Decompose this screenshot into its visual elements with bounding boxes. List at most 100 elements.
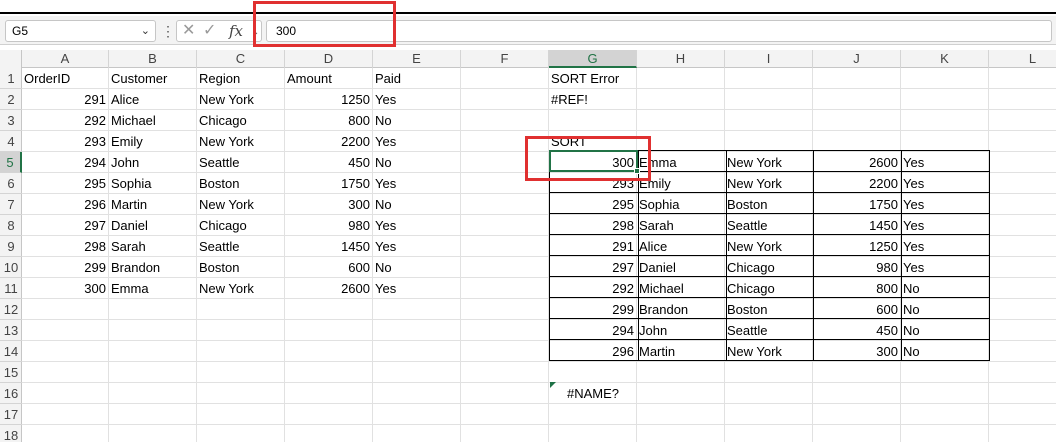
- header-cell[interactable]: Customer: [109, 68, 197, 89]
- insert-function-icon[interactable]: fx: [229, 22, 243, 40]
- sorted-cell[interactable]: Daniel: [637, 257, 725, 278]
- data-cell[interactable]: John: [109, 152, 197, 173]
- data-cell[interactable]: 1250: [285, 89, 373, 110]
- data-cell[interactable]: Michael: [109, 110, 197, 131]
- data-cell[interactable]: 2200: [285, 131, 373, 152]
- sorted-cell[interactable]: Martin: [637, 341, 725, 362]
- sorted-cell[interactable]: 2200: [813, 173, 901, 194]
- row-header-10[interactable]: 10: [0, 257, 22, 278]
- sorted-cell[interactable]: Chicago: [725, 257, 813, 278]
- sorted-cell[interactable]: 296: [549, 341, 637, 362]
- sorted-cell[interactable]: New York: [725, 341, 813, 362]
- sorted-cell[interactable]: 1750: [813, 194, 901, 215]
- sorted-cell[interactable]: John: [637, 320, 725, 341]
- sorted-cell[interactable]: New York: [725, 152, 813, 173]
- column-header-k[interactable]: K: [901, 50, 989, 68]
- sorted-cell[interactable]: 800: [813, 278, 901, 299]
- data-cell[interactable]: 291: [22, 89, 109, 110]
- data-cell[interactable]: 800: [285, 110, 373, 131]
- row-header-17[interactable]: 17: [0, 404, 22, 425]
- row-header-5[interactable]: 5: [0, 152, 22, 173]
- data-cell[interactable]: Boston: [197, 257, 285, 278]
- sorted-cell[interactable]: 1450: [813, 215, 901, 236]
- sorted-cell[interactable]: Yes: [901, 236, 989, 257]
- worksheet-grid[interactable]: OrderID Customer Region Amount Paid 291 Alice N…: [22, 68, 1056, 442]
- data-cell[interactable]: New York: [197, 194, 285, 215]
- row-header-13[interactable]: 13: [0, 320, 22, 341]
- data-cell[interactable]: 292: [22, 110, 109, 131]
- sorted-cell[interactable]: Yes: [901, 194, 989, 215]
- row-header-15[interactable]: 15: [0, 362, 22, 383]
- header-cell[interactable]: Paid: [373, 68, 461, 89]
- data-cell[interactable]: 300: [285, 194, 373, 215]
- sorted-cell[interactable]: No: [901, 299, 989, 320]
- sorted-cell[interactable]: 292: [549, 278, 637, 299]
- row-header-1[interactable]: 1: [0, 68, 22, 89]
- row-header-18[interactable]: 18: [0, 425, 22, 442]
- data-cell[interactable]: Daniel: [109, 215, 197, 236]
- column-header-j[interactable]: J: [813, 50, 901, 68]
- data-cell[interactable]: Boston: [197, 173, 285, 194]
- data-cell[interactable]: 295: [22, 173, 109, 194]
- data-cell[interactable]: New York: [197, 278, 285, 299]
- column-header-g[interactable]: G: [549, 50, 637, 68]
- data-cell[interactable]: Chicago: [197, 110, 285, 131]
- row-header-16[interactable]: 16: [0, 383, 22, 404]
- sorted-cell[interactable]: Yes: [901, 215, 989, 236]
- row-header-8[interactable]: 8: [0, 215, 22, 236]
- data-cell[interactable]: Yes: [373, 173, 461, 194]
- data-cell[interactable]: Brandon: [109, 257, 197, 278]
- sorted-cell[interactable]: Yes: [901, 257, 989, 278]
- data-cell[interactable]: New York: [197, 89, 285, 110]
- sorted-cell[interactable]: 600: [813, 299, 901, 320]
- sort-error-value[interactable]: #REF!: [549, 89, 590, 110]
- column-header-e[interactable]: E: [373, 50, 461, 68]
- sorted-cell[interactable]: 294: [549, 320, 637, 341]
- data-cell[interactable]: 294: [22, 152, 109, 173]
- data-cell[interactable]: Emma: [109, 278, 197, 299]
- check-icon[interactable]: ✓: [203, 22, 216, 40]
- cancel-icon[interactable]: ✕: [182, 22, 195, 40]
- row-header-12[interactable]: 12: [0, 299, 22, 320]
- row-header-7[interactable]: 7: [0, 194, 22, 215]
- row-header-11[interactable]: 11: [0, 278, 22, 299]
- name-box[interactable]: G5 ⌄: [5, 20, 156, 42]
- sorted-cell[interactable]: Alice: [637, 236, 725, 257]
- header-cell[interactable]: OrderID: [22, 68, 109, 89]
- sorted-cell[interactable]: Boston: [725, 299, 813, 320]
- sorted-cell[interactable]: Sophia: [637, 194, 725, 215]
- sorted-cell[interactable]: Seattle: [725, 215, 813, 236]
- sorted-cell[interactable]: Brandon: [637, 299, 725, 320]
- name-error-value[interactable]: #NAME?: [565, 383, 621, 404]
- column-header-d[interactable]: D: [285, 50, 373, 68]
- column-header-f[interactable]: F: [461, 50, 549, 68]
- row-header-9[interactable]: 9: [0, 236, 22, 257]
- sorted-cell[interactable]: Yes: [901, 152, 989, 173]
- sorted-cell[interactable]: 298: [549, 215, 637, 236]
- row-header-4[interactable]: 4: [0, 131, 22, 152]
- sorted-cell[interactable]: No: [901, 320, 989, 341]
- sorted-cell[interactable]: Chicago: [725, 278, 813, 299]
- sorted-cell[interactable]: No: [901, 278, 989, 299]
- data-cell[interactable]: 450: [285, 152, 373, 173]
- column-header-i[interactable]: I: [725, 50, 813, 68]
- row-header-6[interactable]: 6: [0, 173, 22, 194]
- data-cell[interactable]: 297: [22, 215, 109, 236]
- sorted-cell[interactable]: Michael: [637, 278, 725, 299]
- data-cell[interactable]: Yes: [373, 236, 461, 257]
- column-header-b[interactable]: B: [109, 50, 197, 68]
- data-cell[interactable]: Sarah: [109, 236, 197, 257]
- data-cell[interactable]: 300: [22, 278, 109, 299]
- data-cell[interactable]: New York: [197, 131, 285, 152]
- data-cell[interactable]: Alice: [109, 89, 197, 110]
- data-cell[interactable]: 1450: [285, 236, 373, 257]
- data-cell[interactable]: Seattle: [197, 236, 285, 257]
- data-cell[interactable]: No: [373, 152, 461, 173]
- column-header-c[interactable]: C: [197, 50, 285, 68]
- sorted-cell[interactable]: Sarah: [637, 215, 725, 236]
- data-cell[interactable]: Yes: [373, 89, 461, 110]
- data-cell[interactable]: 299: [22, 257, 109, 278]
- data-cell[interactable]: Yes: [373, 131, 461, 152]
- column-header-h[interactable]: H: [637, 50, 725, 68]
- sorted-cell[interactable]: 299: [549, 299, 637, 320]
